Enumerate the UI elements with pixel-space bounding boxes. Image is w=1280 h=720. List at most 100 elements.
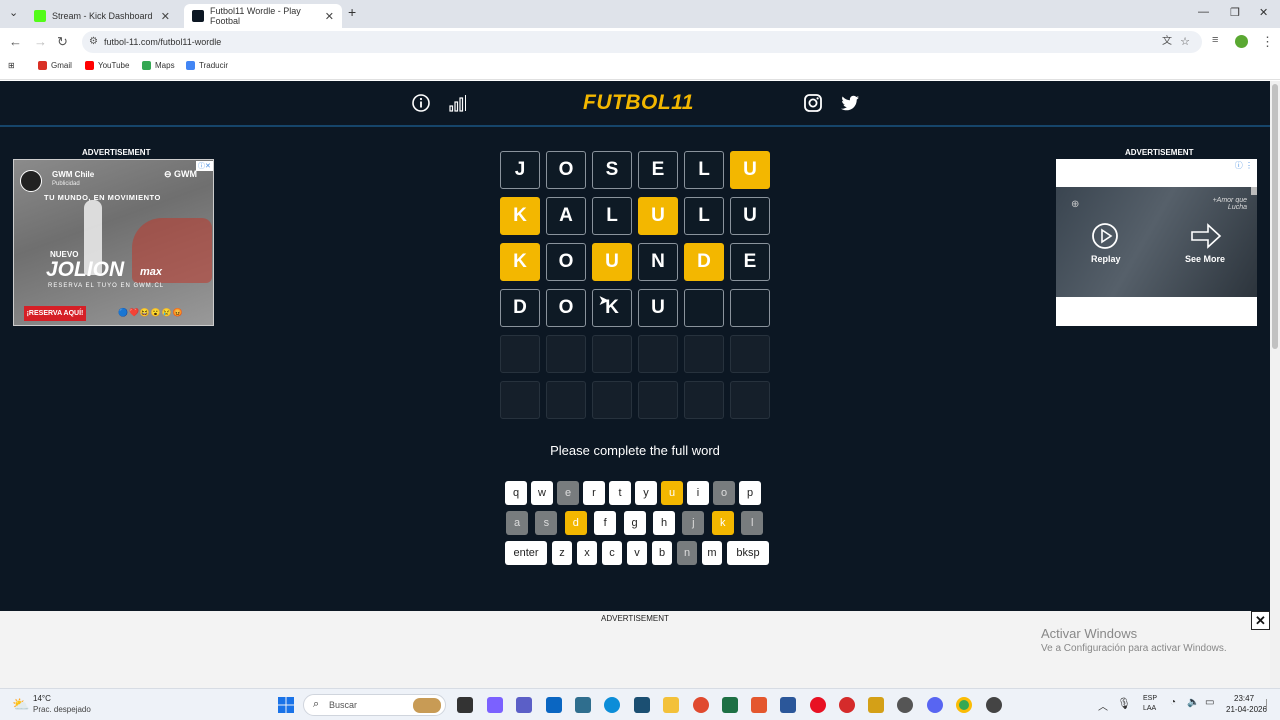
key-e[interactable]: e <box>557 481 579 505</box>
key-x[interactable]: x <box>577 541 597 565</box>
see-more-label[interactable]: See More <box>1185 254 1225 264</box>
key-bksp[interactable]: bksp <box>727 541 769 565</box>
app-icon[interactable] <box>897 697 913 713</box>
bookmark-gmail[interactable]: Gmail <box>38 61 72 70</box>
key-u[interactable]: u <box>661 481 683 505</box>
mail-app-icon[interactable] <box>546 697 562 713</box>
task-view-icon[interactable] <box>457 697 473 713</box>
key-n[interactable]: n <box>677 541 697 565</box>
show-desktop-button[interactable] <box>1266 699 1274 709</box>
key-z[interactable]: z <box>552 541 572 565</box>
teams-icon[interactable] <box>516 697 532 713</box>
excel-icon[interactable] <box>722 697 738 713</box>
discord-icon[interactable] <box>927 697 943 713</box>
file-explorer-icon[interactable] <box>663 697 679 713</box>
forward-arrow-icon[interactable]: → <box>34 34 47 49</box>
key-k[interactable]: k <box>711 511 734 535</box>
tray-chevron-icon[interactable]: ︿ <box>1098 698 1108 713</box>
chrome-icon[interactable] <box>956 697 972 713</box>
copilot-icon[interactable] <box>487 697 503 713</box>
reload-icon[interactable]: ↻ <box>57 34 68 50</box>
key-c[interactable]: c <box>602 541 622 565</box>
back-arrow-icon[interactable]: ← <box>9 34 22 49</box>
volume-icon[interactable]: 🔈 <box>1187 697 1199 708</box>
windows-start-icon[interactable] <box>278 697 294 713</box>
key-t[interactable]: t <box>609 481 631 505</box>
replay-label[interactable]: Replay <box>1091 254 1121 264</box>
app-icon[interactable] <box>839 697 855 713</box>
close-window-icon[interactable]: ✕ <box>1259 6 1268 19</box>
url-field[interactable]: ⚙ futbol-11.com/futbol11-wordle 文 ☆ <box>82 31 1202 53</box>
word-icon[interactable] <box>780 697 796 713</box>
key-r[interactable]: r <box>583 481 605 505</box>
battery-icon[interactable]: ▭ <box>1205 697 1214 708</box>
key-w[interactable]: w <box>531 481 553 505</box>
key-v[interactable]: v <box>627 541 647 565</box>
arrow-right-icon[interactable] <box>1190 221 1222 251</box>
app-icon[interactable] <box>634 697 650 713</box>
restore-icon[interactable]: ❐ <box>1230 6 1240 19</box>
replay-icon[interactable] <box>1090 221 1120 251</box>
bookmark-star-icon[interactable]: ☆ <box>1180 31 1190 53</box>
clock-date[interactable]: 21-04-2026 <box>1226 705 1267 714</box>
key-q[interactable]: q <box>505 481 527 505</box>
app-icon[interactable] <box>751 697 767 713</box>
ad-info-icon[interactable]: ⓘ ⋮ <box>1235 160 1253 171</box>
tab-list-chevron-icon[interactable]: ⌄ <box>9 6 18 19</box>
key-h[interactable]: h <box>653 511 675 535</box>
left-advertisement[interactable]: GWM Chile Publicidad ⊖ GWM TU MUNDO, EN … <box>13 159 214 326</box>
info-icon[interactable] <box>411 93 431 113</box>
key-o[interactable]: o <box>713 481 735 505</box>
right-advertisement[interactable]: ⓘ ⋮ ⊕ +Amor que Lucha Replay See More <box>1056 159 1257 326</box>
taskbar-search[interactable]: ⌕ Buscar <box>303 694 446 716</box>
clock-time[interactable]: 23:47 <box>1234 694 1254 703</box>
app-icon[interactable] <box>575 697 591 713</box>
key-g[interactable]: g <box>623 511 646 535</box>
app-icon[interactable] <box>986 697 1002 713</box>
key-l[interactable]: l <box>741 511 764 535</box>
key-y[interactable]: y <box>635 481 657 505</box>
weather-icon[interactable]: ⛅ <box>12 696 29 713</box>
apps-grid-icon[interactable]: ⊞ <box>8 61 15 70</box>
site-logo[interactable]: FUTBOL11 <box>583 91 694 115</box>
key-f[interactable]: f <box>594 511 617 535</box>
browser-menu-icon[interactable]: ⋮ <box>1261 34 1274 50</box>
key-a[interactable]: a <box>506 511 528 535</box>
scrollbar-thumb[interactable] <box>1272 84 1278 349</box>
key-b[interactable]: b <box>652 541 672 565</box>
close-ad-icon[interactable]: ✕ <box>1251 611 1270 630</box>
key-i[interactable]: i <box>687 481 709 505</box>
lang-1[interactable]: ESP <box>1143 695 1157 702</box>
key-j[interactable]: j <box>682 511 705 535</box>
key-m[interactable]: m <box>702 541 722 565</box>
minimize-icon[interactable]: — <box>1198 6 1209 18</box>
tab-kick[interactable]: Stream - Kick Dashboard ✕ <box>26 4 178 28</box>
key-d[interactable]: d <box>564 511 587 535</box>
instagram-icon[interactable] <box>803 93 823 113</box>
key-s[interactable]: s <box>535 511 558 535</box>
wifi-icon[interactable]: ◔ <box>1170 697 1176 708</box>
bookmark-youtube[interactable]: YouTube <box>85 61 129 70</box>
ad-reserve-button[interactable]: ¡RESERVA AQUÍ! <box>24 306 86 321</box>
close-tab-icon[interactable]: ✕ <box>161 10 170 23</box>
site-info-icon[interactable]: ⚙ <box>89 31 98 53</box>
close-tab-icon[interactable]: ✕ <box>325 10 334 23</box>
key-enter[interactable]: enter <box>505 541 547 565</box>
bookmark-traducir[interactable]: Traducir <box>186 61 228 70</box>
translate-icon[interactable]: 文 <box>1162 31 1172 53</box>
profile-avatar[interactable] <box>1235 35 1248 48</box>
edge-icon[interactable] <box>604 697 620 713</box>
tab-futbol11[interactable]: Futbol11 Wordle - Play Footbal ✕ <box>184 4 342 28</box>
new-tab-icon[interactable]: + <box>348 4 356 20</box>
microphone-icon[interactable]: 🎙 <box>1117 697 1131 710</box>
stats-icon[interactable] <box>448 93 468 113</box>
ad-choices-icon[interactable]: ⓘ✕ <box>196 161 213 171</box>
bookmark-maps[interactable]: Maps <box>142 61 175 70</box>
app-icon[interactable] <box>693 697 709 713</box>
twitter-icon[interactable] <box>840 93 860 113</box>
lang-2[interactable]: LAA <box>1143 705 1156 712</box>
opera-icon[interactable] <box>810 697 826 713</box>
rockstar-icon[interactable] <box>868 697 884 713</box>
key-p[interactable]: p <box>739 481 761 505</box>
extensions-icon[interactable]: ≡ <box>1212 34 1218 46</box>
